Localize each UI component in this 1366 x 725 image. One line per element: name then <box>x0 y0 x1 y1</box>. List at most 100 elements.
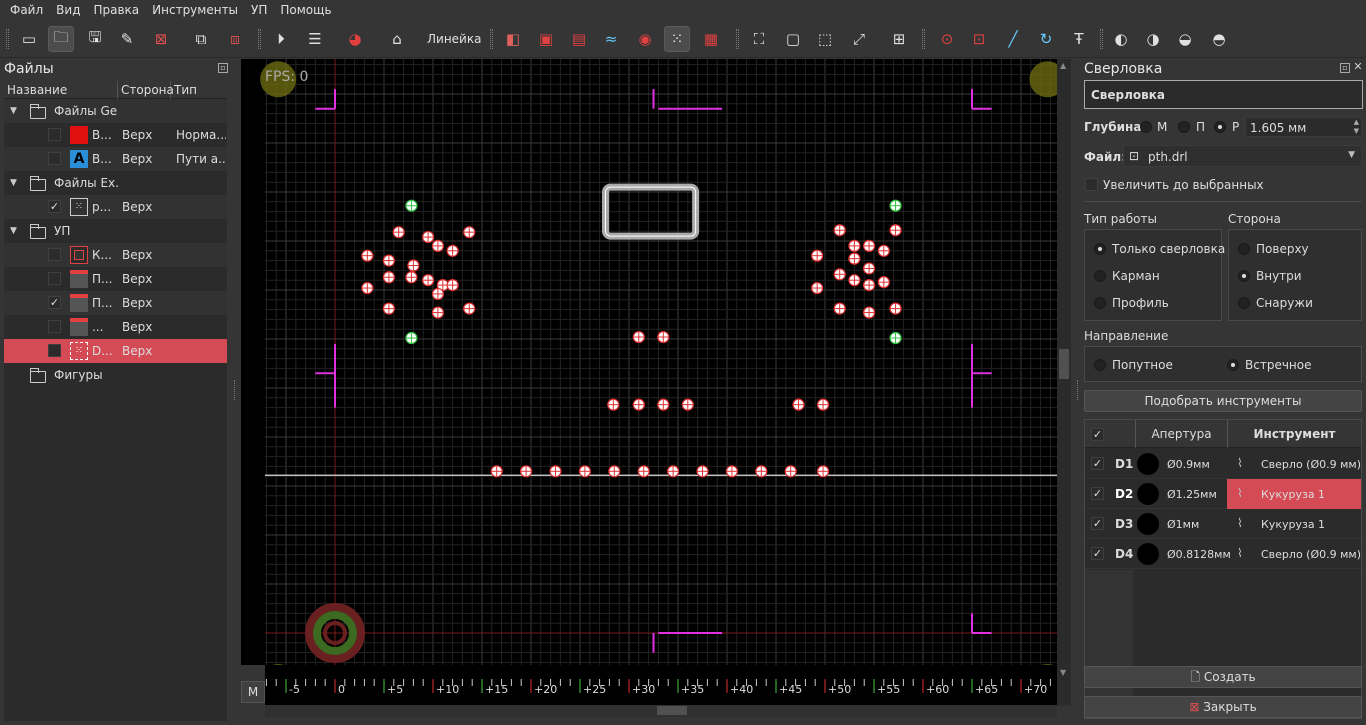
col-tool[interactable]: Инструмент <box>1227 420 1361 448</box>
vscroll-handle[interactable] <box>1059 349 1069 379</box>
menu-view[interactable]: Вид <box>56 3 80 17</box>
export-icon[interactable]: ⧉ <box>188 26 214 52</box>
pocket-icon[interactable]: ▤ <box>566 26 592 52</box>
scroll-down-icon[interactable]: ▼ <box>1060 668 1066 677</box>
menu-help[interactable]: Помощь <box>280 3 331 17</box>
close-file-icon[interactable]: ⊠ <box>148 26 174 52</box>
menu-file[interactable]: Файл <box>10 3 43 17</box>
col-type[interactable]: Тип <box>171 81 227 99</box>
depth-m-radio[interactable] <box>1140 121 1152 133</box>
tool-row-checkbox[interactable]: ✓ <box>1091 487 1104 500</box>
hscroll-handle[interactable] <box>657 706 687 715</box>
close-icon[interactable]: ✕ <box>1353 61 1363 73</box>
side-inside-radio[interactable] <box>1238 270 1250 282</box>
line-icon[interactable]: ╱ <box>1000 26 1026 52</box>
expand-arrow-icon[interactable]: ▼ <box>10 178 17 188</box>
col-name[interactable]: Название <box>4 80 118 99</box>
spin-arrows-icon[interactable]: ▲ ▼ <box>1354 118 1359 136</box>
tool-row-checkbox[interactable]: ✓ <box>1091 547 1104 560</box>
tool-cell[interactable]: ⌇ Кукуруза 1 <box>1227 479 1361 509</box>
run-icon[interactable]: ⏵ <box>268 26 294 52</box>
depth-spinbox[interactable]: 1.605 мм ▲ ▼ <box>1245 117 1362 137</box>
home-grid-icon[interactable]: ⌂ <box>384 26 410 52</box>
side-top-radio[interactable] <box>1238 243 1250 255</box>
visibility-checkbox[interactable] <box>48 344 61 357</box>
tool-row[interactable]: ✓ D4 Ø0.8128мм ⌇ Сверло (Ø0.9 мм) <box>1085 539 1361 569</box>
tree-item-row[interactable]: К... Верх <box>4 243 227 267</box>
work-profile-radio[interactable] <box>1094 297 1106 309</box>
files-tree[interactable]: Название Сторона Тип ▼ Файлы Ge... В... Вер… <box>4 80 227 721</box>
vertical-scrollbar[interactable]: ▲ ▼ <box>1057 59 1071 706</box>
pie-icon[interactable]: ◕ <box>342 26 368 52</box>
tree-item-row[interactable]: ✓ П... Верх <box>4 291 227 315</box>
name-field[interactable]: Сверловка <box>1084 80 1363 109</box>
visibility-checkbox[interactable] <box>48 320 61 333</box>
shape-union-icon[interactable]: ◐ <box>1108 26 1134 52</box>
tool-row-checkbox[interactable]: ✓ <box>1091 457 1104 470</box>
enlarge-checkbox[interactable] <box>1085 178 1098 191</box>
tree-item-row[interactable]: ... Верх <box>4 315 227 339</box>
tool-row[interactable]: ✓ D3 Ø1мм ⌇ Кукуруза 1 <box>1085 509 1361 539</box>
visibility-checkbox[interactable] <box>48 128 61 141</box>
tool-cell[interactable]: ⌇ Кукуруза 1 <box>1227 509 1361 539</box>
rect-point-icon[interactable]: ⊡ <box>966 26 992 52</box>
tree-item-row[interactable]: В... Верх Норма... <box>4 123 227 147</box>
tool-cell[interactable]: ⌇ Сверло (Ø0.9 мм) <box>1227 449 1361 479</box>
expand-arrow-icon[interactable]: ▼ <box>10 106 17 116</box>
voronoi-icon[interactable]: ≈ <box>598 26 624 52</box>
visibility-checkbox[interactable]: ✓ <box>48 296 61 309</box>
float-icon[interactable]: ▫ <box>1340 63 1350 73</box>
zoom-in-icon[interactable]: ⬚ <box>812 26 838 52</box>
tree-item-row[interactable]: П... Верх <box>4 267 227 291</box>
file-select[interactable]: ⊡ pth.drl ▼ <box>1123 145 1362 167</box>
text-icon[interactable]: Ŧ <box>1066 26 1092 52</box>
shape-intersect-icon[interactable]: ◒ <box>1172 26 1198 52</box>
depth-r-radio[interactable] <box>1214 121 1226 133</box>
expand-arrow-icon[interactable]: ▼ <box>10 226 17 236</box>
tool-row[interactable]: ✓ D2 Ø1.25мм ⌇ Кукуруза 1 <box>1085 479 1361 509</box>
raster-icon[interactable]: ▦ <box>698 26 724 52</box>
shape-xor-icon[interactable]: ◓ <box>1206 26 1232 52</box>
shape-diff-icon[interactable]: ◑ <box>1140 26 1166 52</box>
dir-conventional-radio[interactable] <box>1227 359 1239 371</box>
select-all-checkbox[interactable]: ✓ <box>1091 428 1104 441</box>
work-pocket-radio[interactable] <box>1094 270 1106 282</box>
save-icon[interactable]: 🖫 <box>82 26 108 52</box>
tree-item-row[interactable]: ✓ ⁙ р... Верх <box>4 195 227 219</box>
horizontal-scrollbar[interactable] <box>265 705 1057 717</box>
menu-cam[interactable]: УП <box>251 3 267 17</box>
tree-folder-row[interactable]: ▼ Файлы Ge... <box>4 99 227 123</box>
menu-edit[interactable]: Правка <box>93 3 139 17</box>
open-folder-icon[interactable]: 🗀 <box>48 26 74 52</box>
zoom-out-icon[interactable]: ⤢ <box>846 26 872 52</box>
settings-list-icon[interactable]: ☰ <box>302 26 328 52</box>
create-button[interactable]: 🗋 Создать <box>1084 666 1362 688</box>
tool-row-checkbox[interactable]: ✓ <box>1091 517 1104 530</box>
col-aperture[interactable]: Апертура <box>1135 420 1227 448</box>
fit-icon[interactable]: ⛶ <box>746 26 772 52</box>
tree-folder-row[interactable]: Фигуры <box>4 363 227 387</box>
tree-folder-row[interactable]: ▼ Файлы Ex... <box>4 171 227 195</box>
tool-cell[interactable]: ⌇ Сверло (Ø0.9 мм) <box>1227 539 1361 569</box>
arc-icon[interactable]: ↻ <box>1033 26 1059 52</box>
pick-tools-button[interactable]: Подобрать инструменты <box>1084 390 1362 412</box>
new-window-icon[interactable]: ▭ <box>16 26 42 52</box>
drill-icon[interactable]: ⁙ <box>664 26 690 52</box>
point-icon[interactable]: ⊙ <box>934 26 960 52</box>
menu-tools[interactable]: Инструменты <box>152 3 238 17</box>
graphics-view[interactable]: FPS: 0 <box>241 59 1057 665</box>
col-side[interactable]: Сторона <box>118 80 174 99</box>
splitter-handle[interactable] <box>234 380 237 400</box>
delete-icon[interactable]: ⧈ <box>222 26 248 52</box>
depth-p-radio[interactable] <box>1178 121 1190 133</box>
visibility-checkbox[interactable] <box>48 152 61 165</box>
thermal-icon[interactable]: ◉ <box>632 26 658 52</box>
layer-add-icon[interactable]: ◧ <box>500 26 526 52</box>
save-as-icon[interactable]: ✎ <box>114 26 140 52</box>
tool-row[interactable]: ✓ D1 Ø0.9мм ⌇ Сверло (Ø0.9 мм) <box>1085 449 1361 479</box>
grid-snap-icon[interactable]: ⊞ <box>886 26 912 52</box>
profile-icon[interactable]: ▣ <box>533 26 559 52</box>
work-drill-radio[interactable] <box>1094 243 1106 255</box>
mode-button[interactable]: M <box>241 681 265 703</box>
zoom-rect-icon[interactable]: ▢ <box>780 26 806 52</box>
